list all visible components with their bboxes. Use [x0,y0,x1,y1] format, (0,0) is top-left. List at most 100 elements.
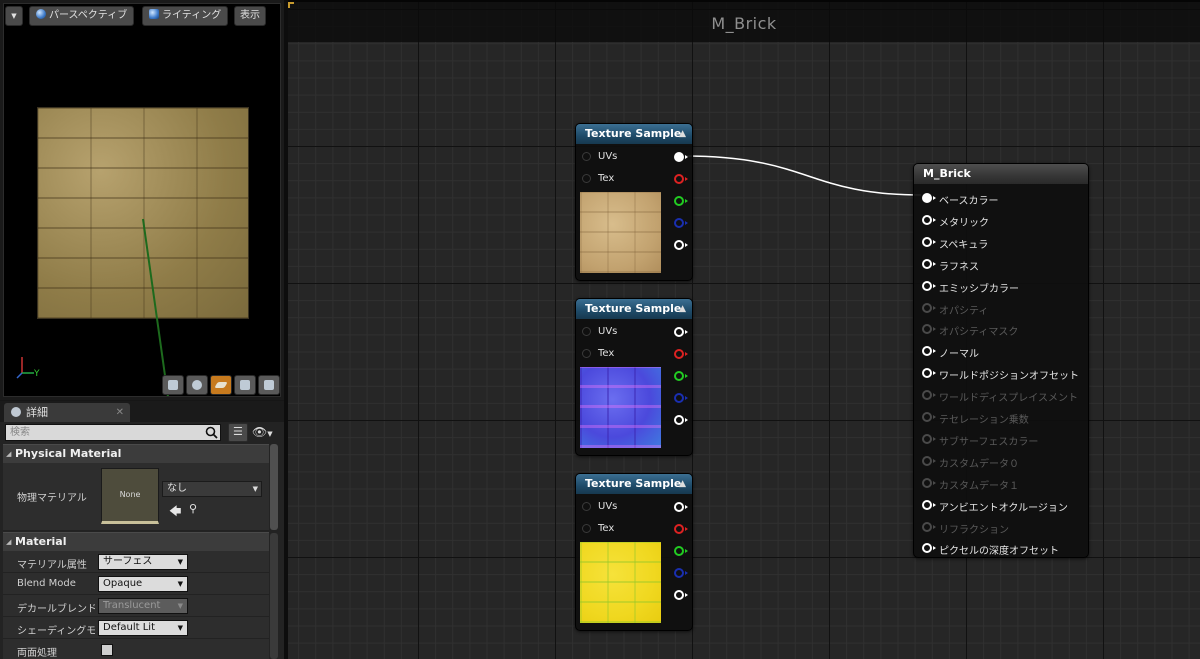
input-pin-icon[interactable] [922,433,936,444]
texture-preview-normal [580,367,661,448]
input-pin-icon[interactable] [922,280,936,291]
input-pin-icon[interactable] [922,499,936,510]
decal-blend-mode-row: デカールブレンドモ Translucent [3,595,269,617]
preview-plane-mesh [37,107,249,319]
input-pin-icon[interactable] [922,214,936,225]
result-pin-label: リフラクション [939,524,1009,536]
shading-model-dropdown[interactable]: Default Lit [98,620,188,636]
blend-mode-dropdown[interactable]: Opaque [98,576,188,592]
node-header[interactable]: Texture Sample ▲ [576,124,692,144]
input-pin-icon[interactable] [582,327,591,336]
texture-sample-node-1[interactable]: Texture Sample ▲ UVs Tex [575,123,693,281]
pin-label: Tex [598,348,615,359]
output-g-pin-icon[interactable] [674,546,688,556]
details-tab-label: 詳細 [26,406,48,419]
close-icon[interactable]: ✕ [116,403,124,422]
perspective-button[interactable]: パースペクティブ [29,6,135,26]
wire-rgb-to-base-color [684,155,922,196]
material-domain-dropdown[interactable]: サーフェス [98,554,188,570]
physical-material-thumbnail[interactable]: None [101,468,159,524]
output-b-pin-icon[interactable] [674,568,688,578]
texture-sample-node-2[interactable]: Texture Sample ▲ UVs Tex [575,298,693,456]
preview-plane-button[interactable] [210,375,232,395]
input-pin-icon[interactable] [922,521,936,532]
collapse-triangle-icon[interactable]: ▲ [679,474,686,494]
visibility-eye-icon[interactable]: 👁▼ [252,423,280,442]
result-pin-label: アンビエントオクルージョン [939,502,1068,514]
texture-preview-mask [580,542,661,623]
browse-asset-search-icon[interactable]: ⚲ [189,502,197,515]
input-pin-icon[interactable] [922,236,936,247]
view-options-button[interactable] [228,423,248,442]
pin-label: UVs [598,326,618,337]
details-search-input[interactable]: 検索 [5,424,221,441]
result-pin-label: ノーマル [939,349,979,361]
use-selected-asset-icon[interactable]: 🡄 [169,502,181,523]
input-pin-icon[interactable] [582,349,591,358]
preview-mesh-button[interactable] [258,375,280,395]
input-pin-icon[interactable] [582,152,591,161]
chevron-down-icon: ▼ [11,12,17,20]
collapse-triangle-icon[interactable]: ▲ [679,124,686,144]
material-graph-canvas[interactable]: M_Brick Texture Sample ▲ UVs Tex Texture… [288,0,1200,659]
output-rgb-pin-icon[interactable] [674,327,688,337]
two-sided-label: 両面処理 [17,648,57,659]
details-scrollbar[interactable] [270,444,278,530]
output-rgb-pin-icon[interactable] [674,502,688,512]
details-scrollbar-track[interactable] [270,533,278,659]
section-physical-material[interactable]: Physical Material [3,444,269,463]
material-domain-label: マテリアル属性 [17,560,87,571]
output-a-pin-icon[interactable] [674,415,688,425]
search-details-icon [11,407,21,417]
lighting-button[interactable]: ライティング [142,6,229,26]
node-title: Texture Sample [585,302,682,315]
input-pin-icon[interactable] [922,543,936,554]
input-pin-icon[interactable] [922,193,936,203]
section-material[interactable]: Material [3,532,269,551]
input-pin-icon[interactable] [922,346,936,357]
input-pin-icon[interactable] [922,302,936,313]
input-pin-icon[interactable] [922,258,936,269]
viewport-menu-button[interactable]: ▼ [5,6,23,26]
preview-cylinder-button[interactable] [162,375,184,395]
output-rgb-pin-icon[interactable] [674,152,688,162]
input-pin-icon[interactable] [922,477,936,488]
material-result-node[interactable]: M_Brick ベースカラー メタリック スペキュラ ラフネス エミッシブカラー オパシテ… [913,163,1089,558]
input-pin-icon[interactable] [922,324,936,335]
input-pin-icon[interactable] [922,455,936,466]
input-pin-icon[interactable] [922,412,936,422]
physical-material-label: 物理マテリアル [17,493,87,504]
node-header[interactable]: Texture Sample ▲ [576,474,692,494]
physical-material-dropdown[interactable]: なし [162,481,262,497]
output-r-pin-icon[interactable] [674,174,688,184]
two-sided-checkbox[interactable] [101,644,113,656]
viewport-canvas[interactable]: Y [3,3,281,397]
result-pin-label: カスタムデータ０ [939,458,1019,470]
collapse-triangle-icon[interactable]: ▲ [679,299,686,319]
details-tab[interactable]: 詳細 ✕ [4,403,130,422]
output-g-pin-icon[interactable] [674,196,688,206]
input-pin-icon[interactable] [582,502,591,511]
output-a-pin-icon[interactable] [674,240,688,250]
input-pin-icon[interactable] [582,174,591,183]
output-r-pin-icon[interactable] [674,349,688,359]
search-icon[interactable] [205,426,218,439]
preview-cube-button[interactable] [234,375,256,395]
output-b-pin-icon[interactable] [674,393,688,403]
result-node-header[interactable]: M_Brick [914,164,1088,184]
two-sided-row: 両面処理 [3,639,269,659]
output-b-pin-icon[interactable] [674,218,688,228]
output-g-pin-icon[interactable] [674,371,688,381]
preview-sphere-button[interactable] [186,375,208,395]
output-r-pin-icon[interactable] [674,524,688,534]
show-button[interactable]: 表示 [234,6,266,26]
output-a-pin-icon[interactable] [674,590,688,600]
result-pin-label: サブサーフェスカラー [939,436,1039,448]
input-pin-icon[interactable] [922,368,936,379]
axis-y-label: Y [33,369,40,379]
texture-sample-node-3[interactable]: Texture Sample ▲ UVs Tex [575,473,693,631]
input-pin-icon[interactable] [582,524,591,533]
input-pin-icon[interactable] [922,390,936,401]
node-header[interactable]: Texture Sample ▲ [576,299,692,319]
material-preview-viewport[interactable]: Y ▼ パースペクティブ ライティング 表示 [0,0,284,400]
